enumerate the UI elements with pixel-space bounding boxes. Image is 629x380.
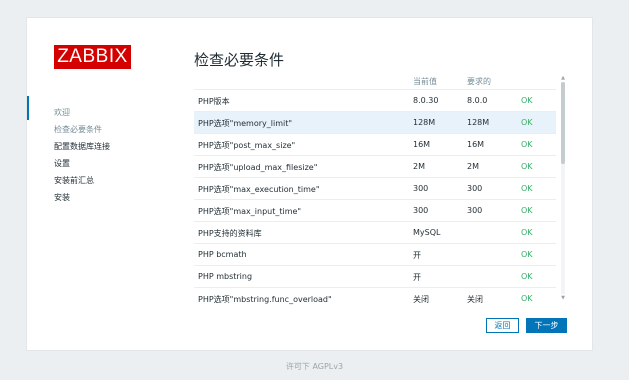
table-row: PHP mbstring 开 OK: [194, 265, 556, 287]
row-current: 16M: [413, 140, 431, 149]
row-status: OK: [521, 250, 533, 259]
step-label: 检查必要条件: [54, 125, 102, 134]
step-install: 安装: [27, 190, 177, 205]
row-current: 关闭: [413, 295, 429, 304]
row-required: 2M: [467, 162, 479, 171]
scroll-down-arrow-icon[interactable]: ▼: [560, 295, 566, 301]
row-status: OK: [521, 294, 533, 303]
step-label: 设置: [54, 159, 70, 168]
setup-steps: 欢迎 检查必要条件 配置数据库连接 设置 安装前汇总 安装: [27, 96, 177, 207]
table-row: PHP选项"upload_max_filesize" 2M 2M OK: [194, 155, 556, 177]
step-label: 安装: [54, 193, 70, 202]
row-current: 2M: [413, 162, 425, 171]
step-label: 配置数据库连接: [54, 142, 110, 151]
scroll-up-arrow-icon[interactable]: ▲: [560, 75, 566, 81]
step-welcome: 欢迎: [27, 105, 177, 120]
step-label: 安装前汇总: [54, 176, 94, 185]
row-required: 16M: [467, 140, 485, 149]
row-current: 8.0.30: [413, 96, 439, 105]
row-status: OK: [521, 96, 533, 105]
row-name: PHP版本: [198, 97, 230, 106]
row-required: 8.0.0: [467, 96, 488, 105]
row-status: OK: [521, 184, 533, 193]
scroll-thumb[interactable]: [561, 82, 565, 164]
row-name: PHP选项"max_input_time": [198, 207, 302, 216]
row-current: 开: [413, 251, 421, 260]
row-current: MySQL: [413, 228, 441, 237]
header-required: 要求的: [467, 77, 491, 86]
zabbix-logo: ZABBIX: [54, 45, 131, 69]
step-check-prerequisites: 检查必要条件: [27, 122, 177, 137]
row-name: PHP选项"memory_limit": [198, 119, 293, 128]
table-row: PHP支持的资料库 MySQL OK: [194, 221, 556, 243]
table-row: PHP选项"max_input_time" 300 300 OK: [194, 199, 556, 221]
row-name: PHP支持的资料库: [198, 229, 262, 238]
prerequisites-table: 当前值 要求的 PHP版本 8.0.30 8.0.0 OK PHP选项"memo…: [194, 73, 556, 309]
table-row: PHP选项"mbstring.func_overload" 关闭 关闭 OK: [194, 287, 556, 309]
current-step-marker: [27, 96, 29, 120]
row-current: 开: [413, 273, 421, 282]
row-required: 300: [467, 206, 483, 215]
license-footer: 许可下 AGPLv3: [285, 362, 344, 371]
table-row: PHP版本 8.0.30 8.0.0 OK: [194, 89, 556, 111]
table-row: PHP选项"memory_limit" 128M 128M OK: [194, 111, 556, 133]
header-current: 当前值: [413, 77, 437, 86]
row-required: 128M: [467, 118, 490, 127]
row-name: PHP选项"mbstring.func_overload": [198, 295, 332, 304]
row-name: PHP bcmath: [198, 250, 247, 259]
table-scrollbar[interactable]: ▲ ▼: [560, 75, 566, 301]
row-status: OK: [521, 228, 533, 237]
back-button[interactable]: 返回: [486, 318, 519, 333]
row-name: PHP选项"post_max_size": [198, 141, 296, 150]
row-name: PHP选项"upload_max_filesize": [198, 163, 318, 172]
row-name: PHP选项"max_execution_time": [198, 185, 320, 194]
row-required: 关闭: [467, 295, 483, 304]
step-pre-install-summary: 安装前汇总: [27, 173, 177, 188]
row-current: 128M: [413, 118, 436, 127]
next-step-button[interactable]: 下一步: [526, 318, 567, 333]
table-header: 当前值 要求的: [194, 73, 556, 89]
table-row: PHP选项"max_execution_time" 300 300 OK: [194, 177, 556, 199]
row-status: OK: [521, 118, 533, 127]
table-row: PHP bcmath 开 OK: [194, 243, 556, 265]
row-status: OK: [521, 272, 533, 281]
row-status: OK: [521, 140, 533, 149]
row-current: 300: [413, 206, 429, 215]
table-row: PHP选项"post_max_size" 16M 16M OK: [194, 133, 556, 155]
step-label: 欢迎: [54, 108, 70, 117]
row-current: 300: [413, 184, 429, 193]
row-status: OK: [521, 162, 533, 171]
setup-card: ZABBIX 欢迎 检查必要条件 配置数据库连接 设置 安装前汇总 安装 检查必…: [26, 17, 593, 351]
row-name: PHP mbstring: [198, 272, 253, 281]
step-settings: 设置: [27, 156, 177, 171]
page-title: 检查必要条件: [194, 51, 285, 69]
step-db-connection: 配置数据库连接: [27, 139, 177, 154]
row-status: OK: [521, 206, 533, 215]
row-required: 300: [467, 184, 483, 193]
scroll-track[interactable]: [561, 82, 565, 294]
